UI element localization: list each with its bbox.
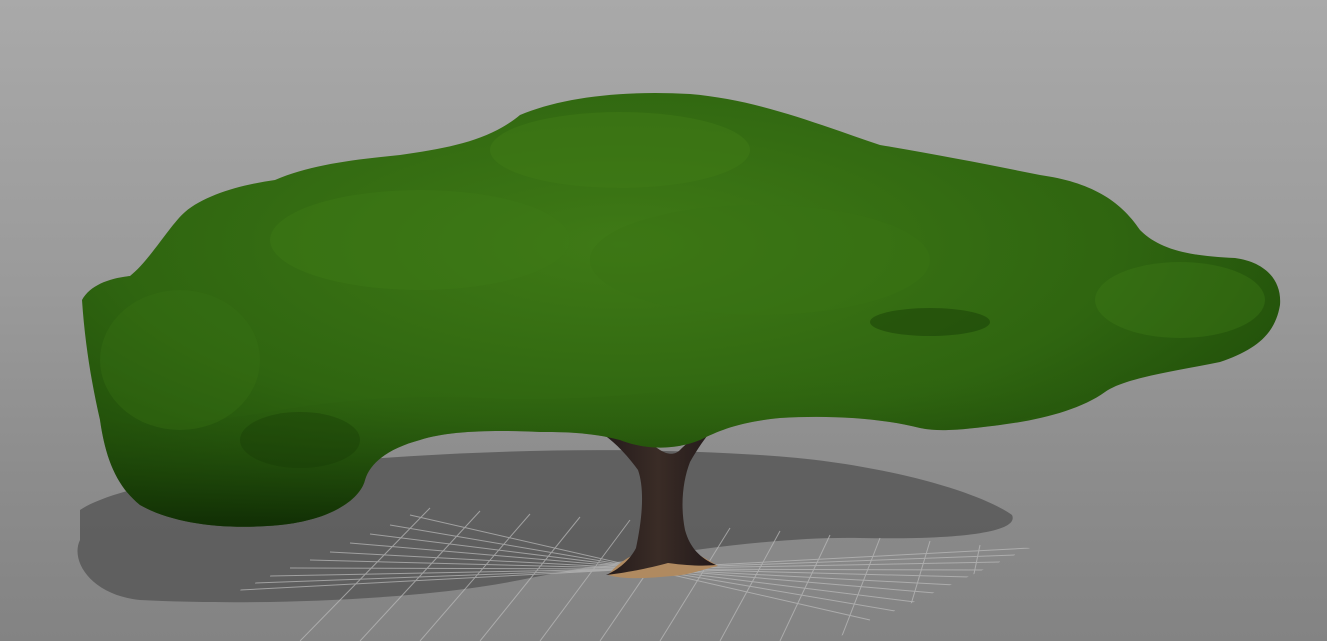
foliage-dark-fold [870, 308, 990, 336]
foliage-lump [1095, 262, 1265, 338]
foliage-lump [270, 190, 570, 290]
foliage-dark-fold [240, 412, 360, 468]
foliage-lump [590, 205, 930, 315]
3d-viewport[interactable] [0, 0, 1327, 641]
foliage-lump [100, 290, 260, 430]
foliage-lump [490, 112, 750, 188]
tree-scene [77, 92, 1281, 641]
